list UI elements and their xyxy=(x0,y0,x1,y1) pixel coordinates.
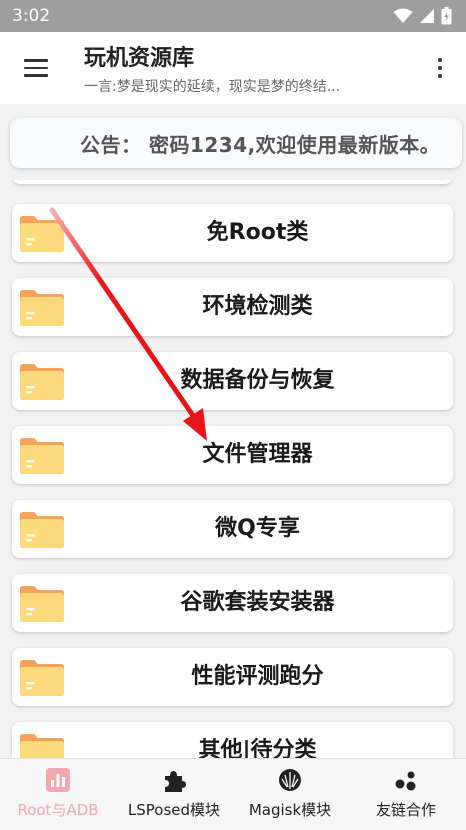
nav-label-root-adb: Root与ADB xyxy=(17,801,99,819)
battery-icon xyxy=(441,7,452,25)
nav-item-lsposed[interactable]: LSPosed模块 xyxy=(116,759,232,830)
list-item[interactable]: 性能评测跑分 xyxy=(12,648,453,706)
folder-icon xyxy=(20,216,64,252)
list-item[interactable]: 文件管理器 xyxy=(12,426,453,484)
more-vert-icon xyxy=(438,58,442,78)
hamburger-icon xyxy=(24,59,48,77)
wifi-icon xyxy=(393,8,413,23)
magisk-icon xyxy=(279,769,301,791)
list-item[interactable]: 免Root类 xyxy=(12,204,453,262)
folder-icon xyxy=(20,290,64,326)
list-item-label: 谷歌套装安装器 xyxy=(180,590,335,615)
list-item-label: 性能评测跑分 xyxy=(191,664,324,689)
nav-label-lsposed: LSPosed模块 xyxy=(127,801,221,819)
nav-item-root-adb[interactable]: Root与ADB xyxy=(0,759,116,830)
nav-item-links[interactable]: 友链合作 xyxy=(348,759,464,830)
list-item[interactable]: 环境检测类 xyxy=(12,278,453,336)
status-bar: 3:02 xyxy=(0,0,466,32)
folder-icon xyxy=(20,364,64,400)
folder-icon xyxy=(20,734,64,758)
nav-label-magisk: Magisk模块 xyxy=(248,801,332,819)
notice-banner: 公告： 密码1234,欢迎使用最新版本。 xyxy=(10,118,462,168)
bottom-navigation: Root与ADB LSPosed模块 Magisk模块 友链合作 xyxy=(0,758,466,830)
status-icons xyxy=(393,6,452,26)
dots-cluster-icon xyxy=(395,771,416,791)
category-list[interactable]: 免Root类 环境检测类 数据备份与恢复 文件管理器 微Q专享 谷歌套装安装器 … xyxy=(0,180,466,758)
list-item[interactable]: 其他|待分类 xyxy=(12,722,453,758)
app-subtitle: 一言:梦是现实的延续，现实是梦的终结... xyxy=(84,79,341,95)
folder-icon xyxy=(20,586,64,622)
nav-label-links: 友链合作 xyxy=(375,801,436,819)
list-item-label: 微Q专享 xyxy=(215,516,300,541)
status-time: 3:02 xyxy=(12,6,51,26)
notice-text: 公告： 密码1234,欢迎使用最新版本。 xyxy=(80,133,441,157)
list-item-label xyxy=(72,180,443,184)
folder-icon xyxy=(20,438,64,474)
list-item-label: 数据备份与恢复 xyxy=(180,368,335,393)
list-item[interactable]: 微Q专享 xyxy=(12,500,453,558)
app-bar: 玩机资源库 一言:梦是现实的延续，现实是梦的终结... xyxy=(0,32,466,104)
signal-icon xyxy=(420,9,434,23)
list-item[interactable] xyxy=(12,180,453,184)
list-item-label: 文件管理器 xyxy=(202,442,313,467)
bar-chart-icon xyxy=(46,768,70,792)
folder-icon xyxy=(20,660,64,696)
list-item[interactable]: 谷歌套装安装器 xyxy=(12,574,453,632)
app-title: 玩机资源库 xyxy=(84,46,195,71)
list-item-label: 其他|待分类 xyxy=(198,738,317,758)
list-item-label: 免Root类 xyxy=(206,220,309,245)
folder-icon xyxy=(20,512,64,548)
list-item-label: 环境检测类 xyxy=(202,294,313,319)
puzzle-icon xyxy=(165,771,186,792)
list-item[interactable]: 数据备份与恢复 xyxy=(12,352,453,410)
menu-button[interactable] xyxy=(14,48,58,88)
nav-item-magisk[interactable]: Magisk模块 xyxy=(232,759,348,830)
more-options-button[interactable] xyxy=(428,52,452,84)
